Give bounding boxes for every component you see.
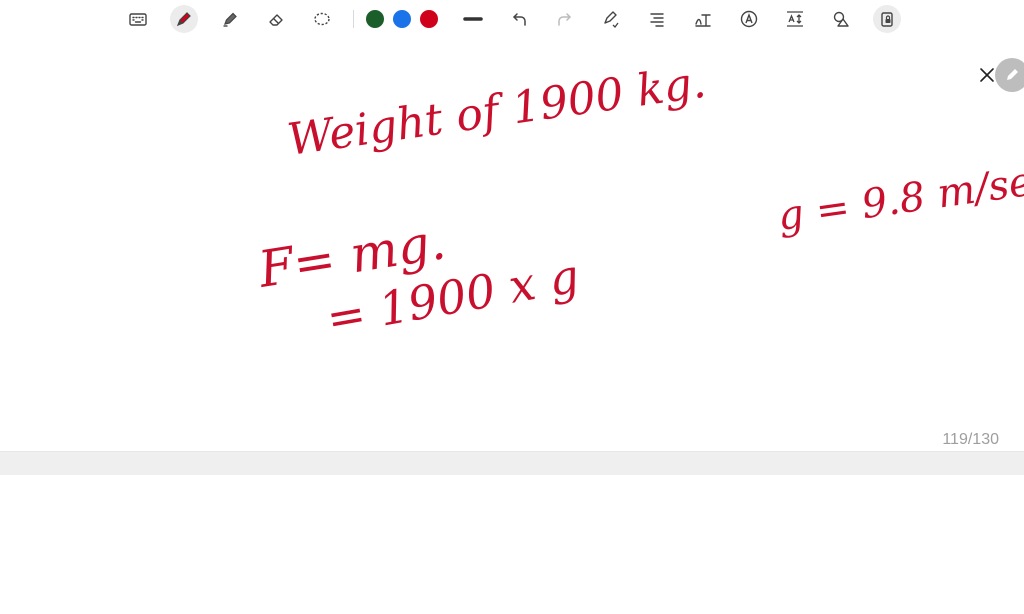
page-counter: 119/130 bbox=[942, 431, 999, 448]
close-icon bbox=[980, 68, 994, 82]
next-note-page[interactable] bbox=[0, 475, 1024, 614]
handwriting-gravity-line: g = 9.8 m/sec² bbox=[775, 153, 1024, 240]
handwriting-layer: Weight of 1900 kg. F= mg. = 1900 x g g =… bbox=[254, 57, 1024, 346]
edit-fab-button[interactable] bbox=[995, 58, 1024, 92]
handwriting-weight-line: Weight of 1900 kg. bbox=[284, 57, 708, 166]
page-separator bbox=[0, 451, 1024, 476]
pencil-icon bbox=[1007, 69, 1018, 80]
